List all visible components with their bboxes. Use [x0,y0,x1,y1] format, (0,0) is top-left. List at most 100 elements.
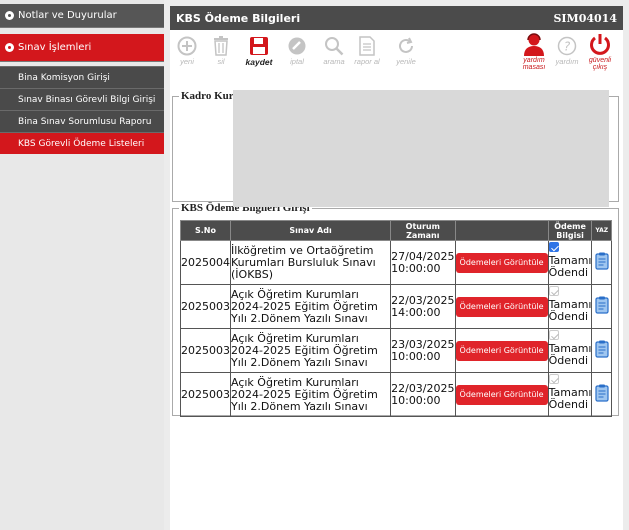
column-header-payment-line1: Ödeme [554,221,586,231]
cell-session-time: 22/03/2025 10:00:00 [390,372,456,417]
view-payments-button[interactable]: Ödemeleri Görüntüle [455,340,548,361]
column-header-sno: S.No [180,220,231,241]
clipboard-icon[interactable] [595,340,609,361]
sidebar-item-responsible-report[interactable]: Bina Sınav Sorumlusu Raporu [0,110,164,132]
svg-text:?: ? [564,40,571,54]
help-button[interactable]: ? yardım [552,36,582,66]
view-payments-button[interactable]: Ödemeleri Görüntüle [455,384,548,405]
clipboard-icon[interactable] [595,252,609,273]
column-header-session-line2: Zamanı [406,230,440,240]
search-icon [324,36,344,56]
cell-date: 27/04/2025 [391,249,455,263]
cell-payment-info: Tamamı Ödendi [547,284,593,329]
plus-circle-icon [177,36,197,56]
new-button[interactable]: yeni [172,36,202,66]
sidebar-section-exam-operations[interactable]: Sınav İşlemleri [0,34,164,62]
sidebar-item-label: Bina Komisyon Girişi [18,72,110,83]
title-bar: KBS Ödeme Bilgileri SIM04014 [170,6,623,30]
refresh-label: yenile [396,57,416,66]
cell-session-time: 22/03/2025 14:00:00 [390,284,456,329]
sidebar-item-label: KBS Görevli Ödeme Listeleri [18,138,145,149]
cancel-icon [287,36,307,56]
cell-sno: 2025003 [180,372,231,417]
payment-checkbox[interactable] [548,242,559,252]
help-label: yardım [555,57,579,66]
table-header-row: S.No Sınav Adı Oturum Zamanı Ödeme Bilgi… [180,220,612,241]
trash-icon [211,36,231,56]
payment-checkbox[interactable] [548,330,559,340]
column-header-print: YAZ [591,220,612,241]
sidebar-section-label: Sınav İşlemleri [18,42,92,53]
document-icon [357,36,377,56]
sidebar-section-notes[interactable]: Notlar ve Duyurular [0,4,164,28]
cancel-button[interactable]: iptal [282,36,312,66]
cell-sno: 2025003 [180,284,231,329]
cell-payment-info: Tamamı Ödendi [547,240,593,285]
save-label: kaydet [245,57,273,67]
toolbar: yeni sil kaydet iptal arama rapor al yen… [170,30,623,74]
safe-exit-label-1: güvenli [588,57,612,64]
cell-exam-name: Açık Öğretim Kurumları 2024-2025 Eğitim … [229,372,392,417]
report-button[interactable]: rapor al [352,36,382,66]
view-payments-button[interactable]: Ödemeleri Görüntüle [455,252,548,273]
payment-status: Tamamı Ödendi [548,342,592,367]
cell-date: 22/03/2025 [391,381,455,395]
cell-print [591,328,612,373]
cell-time: 10:00:00 [391,393,441,407]
new-label: yeni [180,57,194,66]
column-header-actions [454,220,549,241]
clipboard-icon[interactable] [595,384,609,405]
help-desk-label-2: masası [522,64,546,71]
bullet-icon [5,11,14,20]
search-label: arama [323,57,345,66]
cell-print [591,372,612,417]
cell-print [591,284,612,329]
cell-date: 22/03/2025 [391,293,455,307]
cell-session-time: 27/04/2025 10:00:00 [390,240,456,285]
cell-time: 10:00:00 [391,261,441,275]
cancel-label: iptal [290,57,304,66]
cell-actions: Ödemeleri Görüntüle [454,328,549,373]
payment-status: Tamamı Ödendi [548,254,592,279]
bullet-icon [5,43,14,52]
refresh-icon [396,36,416,56]
table-row: 2025003 Açık Öğretim Kurumları 2024-2025… [180,284,612,329]
sidebar-item-label: Bina Sınav Sorumlusu Raporu [18,116,152,127]
cell-time: 10:00:00 [391,349,441,363]
cell-sno: 2025004 [180,240,231,285]
floppy-disk-icon [249,36,269,56]
payment-checkbox[interactable] [548,374,559,384]
search-button[interactable]: arama [319,36,349,66]
sidebar-item-staff-info-entry[interactable]: Sınav Binası Görevli Bilgi Girişi [0,88,164,110]
report-label: rapor al [354,57,380,66]
column-header-payment-line2: Bilgisi [556,230,584,240]
main-panel: KBS Ödeme Bilgileri SIM04014 yeni sil ka… [170,6,623,530]
cell-actions: Ödemeleri Görüntüle [454,372,549,417]
cell-sno: 2025003 [180,328,231,373]
cell-actions: Ödemeleri Görüntüle [454,240,549,285]
payment-checkbox[interactable] [548,286,559,296]
power-icon [588,32,612,56]
sidebar-item-label: Sınav Binası Görevli Bilgi Girişi [18,94,156,105]
cell-exam-name: Açık Öğretim Kurumları 2024-2025 Eğitim … [229,328,392,373]
help-desk-label-1: yardım [523,57,545,64]
payment-status: Tamamı Ödendi [548,298,592,323]
question-icon: ? [557,36,577,56]
save-button[interactable]: kaydet [244,36,274,67]
safe-exit-label-2: çıkış [592,64,608,71]
sidebar-item-commission-entry[interactable]: Bina Komisyon Girişi [0,66,164,88]
delete-button[interactable]: sil [206,36,236,66]
sidebar-item-kbs-payment-lists[interactable]: KBS Görevli Ödeme Listeleri [0,132,164,154]
table-row: 2025004 İlköğretim ve Ortaöğretim Kuruml… [180,240,612,285]
column-header-exam-name: Sınav Adı [229,220,392,241]
help-desk-button[interactable]: yardım masası [517,32,551,71]
cell-exam-name: Açık Öğretim Kurumları 2024-2025 Eğitim … [229,284,392,329]
view-payments-button[interactable]: Ödemeleri Görüntüle [455,296,548,317]
safe-exit-button[interactable]: güvenli çıkış [585,32,615,71]
page-title: KBS Ödeme Bilgileri [176,11,301,25]
clipboard-icon[interactable] [595,296,609,317]
screen-code: SIM04014 [553,11,617,25]
refresh-button[interactable]: yenile [391,36,421,66]
column-header-session-line1: Oturum [405,221,440,231]
cell-actions: Ödemeleri Görüntüle [454,284,549,329]
